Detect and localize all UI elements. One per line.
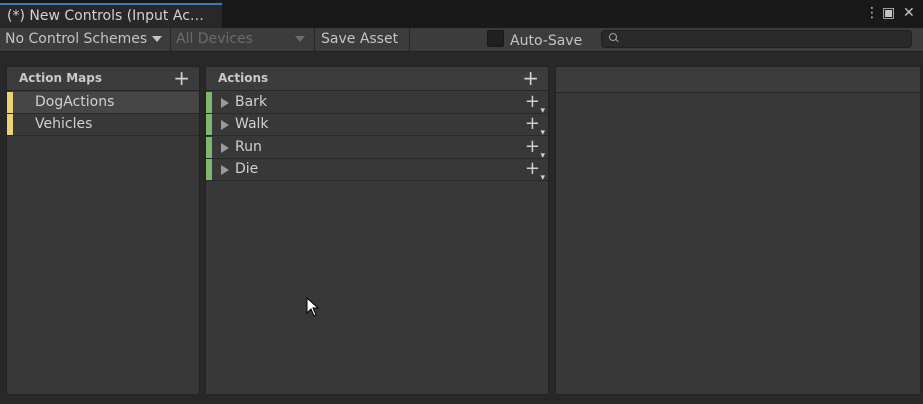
window-tab[interactable]: (*) New Controls (Input Ac… [0,3,222,28]
properties-panel [555,66,921,395]
action-map-label: DogActions [35,94,115,110]
add-binding-button[interactable]: + ▾ [525,137,545,162]
toolbar-divider [170,28,171,51]
expand-triangle-icon[interactable] [221,98,229,108]
chevron-down-icon [151,36,162,42]
action-item[interactable]: Die + ▾ [206,159,548,184]
devices-dropdown[interactable]: All Devices [176,28,306,51]
chevron-down-icon [295,36,306,42]
add-binding-button[interactable]: + ▾ [525,92,545,117]
actions-header: Actions + [206,67,548,91]
search-icon [609,33,617,41]
action-label: Walk [235,116,269,132]
action-color-bar [206,137,212,158]
expand-triangle-icon[interactable] [221,165,229,175]
action-map-color-bar [7,114,13,135]
auto-save-checkbox[interactable] [487,30,504,47]
action-label: Bark [235,94,268,110]
expand-triangle-icon[interactable] [221,120,229,130]
add-action-map-button[interactable]: + [173,68,190,88]
action-map-label: Vehicles [35,116,93,132]
action-color-bar [206,114,212,135]
search-field[interactable] [601,30,912,48]
add-action-button[interactable]: + [522,68,539,88]
action-map-color-bar [7,92,13,113]
toolbar-divider [409,28,410,51]
control-schemes-label: No Control Schemes [5,31,148,47]
actions-title: Actions [218,71,269,85]
toolbar-divider [314,28,315,51]
close-icon[interactable]: ✕ [903,5,915,21]
save-asset-button[interactable]: Save Asset [321,28,398,51]
mouse-cursor-icon [306,297,320,317]
action-maps-panel: Action Maps + DogActions Vehicles [6,66,200,395]
add-binding-button[interactable]: + ▾ [525,159,545,184]
window-tab-title: (*) New Controls (Input Ac… [7,8,204,24]
control-schemes-dropdown[interactable]: No Control Schemes [5,28,162,51]
action-item[interactable]: Walk + ▾ [206,114,548,139]
add-binding-button[interactable]: + ▾ [525,114,545,139]
action-map-item[interactable]: DogActions [7,92,199,114]
window-titlebar: (*) New Controls (Input Ac… ⋮ ▣ ✕ [0,0,923,28]
action-label: Run [235,139,262,155]
action-map-item[interactable]: Vehicles [7,114,199,136]
actions-panel: Actions + Bark + ▾ Walk + ▾ Run + ▾ Die + ▾ [205,66,549,395]
action-color-bar [206,92,212,113]
auto-save-label: Auto-Save [510,33,583,49]
search-input[interactable] [620,31,908,47]
action-maps-header: Action Maps + [7,67,199,91]
action-label: Die [235,161,259,177]
action-color-bar [206,159,212,180]
action-item[interactable]: Bark + ▾ [206,92,548,117]
expand-triangle-icon[interactable] [221,143,229,153]
toolbar: No Control Schemes All Devices Save Asse… [0,28,923,52]
kebab-menu-icon[interactable]: ⋮ [865,5,879,21]
maximize-icon[interactable]: ▣ [882,5,895,21]
action-item[interactable]: Run + ▾ [206,137,548,162]
properties-header [556,67,920,93]
action-maps-title: Action Maps [19,71,102,85]
devices-label: All Devices [176,31,253,47]
